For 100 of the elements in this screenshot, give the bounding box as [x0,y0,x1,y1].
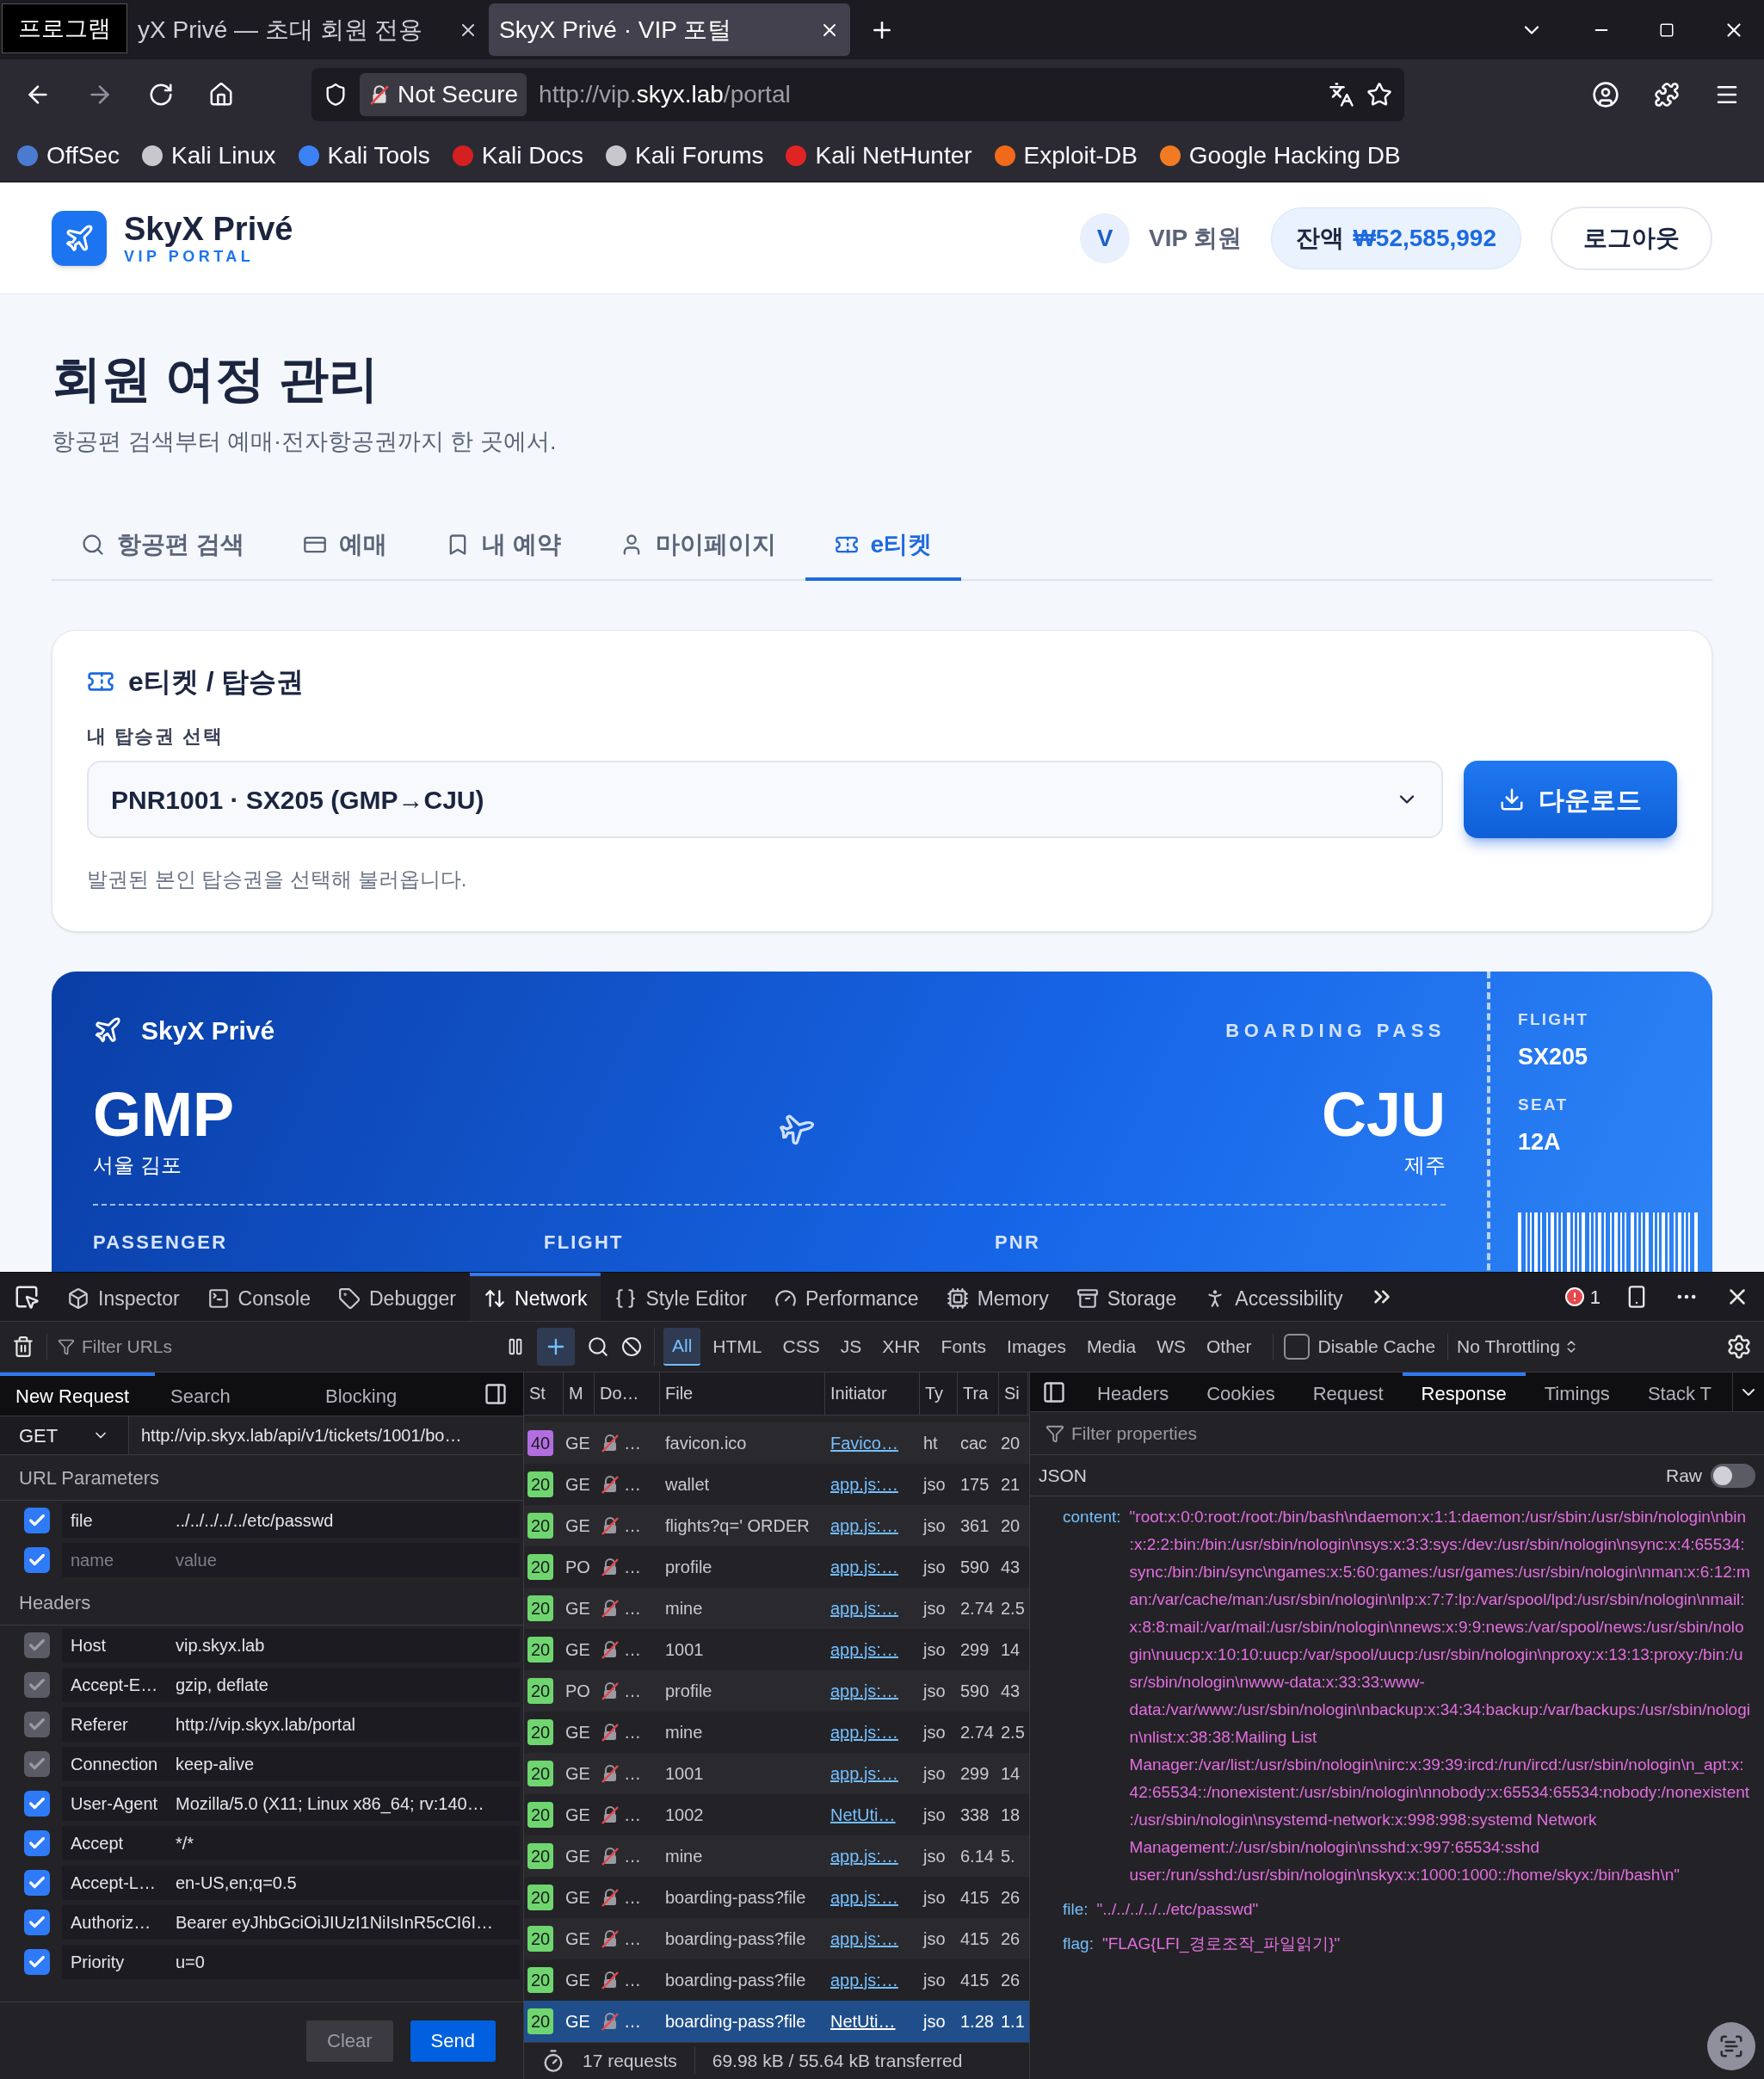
column-header[interactable]: Tra [958,1373,999,1415]
nav-tab[interactable]: 예매 [273,512,416,581]
initiator-link[interactable]: app.js:… [830,1553,898,1580]
header-value[interactable]: Bearer eyJhbGciOiJIUzI1NiIsInR5cCI6I… [163,1905,520,1940]
request-row[interactable]: 20 GE … boarding-pass?file NetUti… jso 1.28 1.1 [524,2000,1029,2042]
initiator-link[interactable]: NetUti… [830,2008,896,2034]
devtools-tab[interactable]: Debugger [324,1273,471,1321]
clear-button[interactable]: Clear [306,2020,393,2062]
initiator-link[interactable]: app.js:… [830,1925,898,1952]
header-name[interactable]: Accept-L… [62,1866,163,1900]
filter-field[interactable]: Filter properties [1071,1419,1749,1447]
initiator-link[interactable]: app.js:… [830,1636,898,1663]
security-chip[interactable]: Not Secure [360,73,527,116]
block-icon[interactable] [621,1336,642,1357]
home-icon[interactable] [208,82,234,108]
extensions-icon[interactable] [1654,82,1680,108]
raw-toggle[interactable] [1711,1463,1755,1488]
type-filter[interactable]: WS [1148,1328,1194,1366]
checkbox[interactable] [24,1870,50,1896]
method-select[interactable]: GET [0,1416,129,1454]
initiator-link[interactable]: Favico… [830,1429,898,1456]
devtools-tab[interactable]: Performance [761,1273,933,1321]
column-header[interactable]: File [660,1373,825,1415]
star-icon[interactable] [1366,82,1392,108]
devtools-tab[interactable]: Storage [1062,1273,1191,1321]
column-header[interactable]: M [564,1373,595,1415]
type-filter[interactable]: HTML [704,1328,771,1366]
panel-tab[interactable]: Headers [1078,1373,1188,1411]
initiator-link[interactable]: NetUti… [830,1801,896,1828]
request-row[interactable]: 20 PO … profile app.js:… jso 590 43 [524,1669,1029,1712]
request-row[interactable]: 20 GE … 1001 app.js:… jso 299 14 [524,1752,1029,1794]
panel-tab[interactable]: Stack T [1628,1373,1731,1411]
request-row[interactable]: 20 GE … mine app.js:… jso 2.74 2.5 [524,1587,1029,1629]
column-header[interactable]: Initiator [825,1373,920,1415]
screenshot-button[interactable] [1707,2022,1755,2070]
search-icon[interactable] [587,1336,609,1358]
checkbox[interactable] [24,1949,50,1975]
initiator-link[interactable]: app.js:… [830,1966,898,1993]
initiator-link[interactable]: app.js:… [830,1884,898,1910]
url-field[interactable]: http://vip.skyx.lab/api/v1/tickets/1001/bo… [141,1422,462,1448]
initiator-link[interactable]: app.js:… [830,1677,898,1704]
checkbox[interactable] [24,1791,50,1817]
request-row[interactable]: 20 GE … boarding-pass?file app.js:… jso 415 26 [524,1917,1029,1959]
bookmark-link[interactable]: OffSec [17,138,120,174]
header-value[interactable]: ../../../../../etc/passwd [163,1503,520,1538]
header-name[interactable]: Accept [62,1826,163,1860]
throttling-select[interactable]: No Throttling [1447,1333,1579,1360]
checkbox[interactable] [24,1508,50,1533]
bookmark-link[interactable]: Kali Linux [142,138,276,174]
header-value[interactable]: */* [163,1826,520,1860]
ticket-select[interactable]: PNR1001 · SX205 (GMP→CJU) [87,761,1443,838]
panel-tab[interactable]: Timings [1525,1373,1629,1411]
type-filter[interactable]: Images [998,1328,1075,1366]
bookmark-link[interactable]: Exploit-DB [994,138,1138,174]
name-field[interactable]: name [62,1543,163,1577]
download-button[interactable]: 다운로드 [1464,761,1677,838]
nav-tab[interactable]: 항공편 검색 [52,512,274,581]
bookmark-link[interactable]: Kali Docs [452,138,584,174]
bookmark-link[interactable]: Kali Tools [298,138,430,174]
type-filter[interactable]: XHR [873,1328,929,1366]
trash-icon[interactable] [12,1336,34,1358]
logout-button[interactable]: 로그아웃 [1551,206,1712,270]
panel-toggle-icon[interactable] [484,1382,508,1406]
panel-tab[interactable]: Response [1402,1373,1526,1411]
nav-tab[interactable]: 내 예약 [416,512,590,581]
devtools-tab[interactable]: Memory [932,1273,1063,1321]
picker-icon[interactable] [14,1284,40,1310]
bookmark-link[interactable]: Google Hacking DB [1159,138,1401,174]
error-badge[interactable]: 1 [1553,1273,1611,1321]
panel-tab[interactable]: Search [155,1373,310,1416]
column-header[interactable]: St [524,1373,564,1415]
header-name[interactable]: file [62,1503,163,1538]
add-request-button[interactable] [537,1328,575,1366]
request-row[interactable]: 20 GE … flights?q=' ORDER app.js:… jso 361 20 [524,1504,1029,1546]
checkbox[interactable] [1283,1334,1310,1360]
initiator-link[interactable]: app.js:… [830,1842,898,1869]
address-bar[interactable]: Not Secure http://vip.skyx.lab/portal [311,68,1404,121]
header-name[interactable]: Priority [62,1945,163,1979]
header-name[interactable]: Authoriz… [62,1905,163,1940]
type-filter[interactable]: Fonts [932,1328,996,1366]
panel-tab[interactable]: Blocking [310,1373,465,1416]
checkbox[interactable] [24,1909,50,1935]
maximize-icon[interactable] [1659,22,1675,38]
devtools-tab[interactable]: Accessibility [1190,1273,1357,1321]
devtools-tab[interactable]: Console [193,1273,324,1321]
url-filter-field[interactable]: Filter URLs [82,1333,494,1360]
checkbox[interactable] [24,1830,50,1856]
send-button[interactable]: Send [410,2020,496,2062]
panel-toggle-icon[interactable] [1042,1379,1066,1404]
header-value[interactable]: u=0 [163,1945,520,1979]
value-field[interactable]: value [163,1543,520,1577]
header-value[interactable]: en-US,en;q=0.5 [163,1866,520,1900]
initiator-link[interactable]: app.js:… [830,1595,898,1621]
request-row[interactable]: 20 GE … mine app.js:… jso 6.14 5. [524,1835,1029,1877]
type-filter[interactable]: JS [831,1328,871,1366]
header-value[interactable]: Mozilla/5.0 (X11; Linux x86_64; rv:140… [163,1786,520,1821]
type-filter[interactable]: All [663,1328,701,1366]
panel-tab[interactable]: Cookies [1187,1373,1294,1411]
settings-icon[interactable] [1726,1334,1752,1360]
devtools-tab[interactable]: Inspector [53,1273,194,1321]
